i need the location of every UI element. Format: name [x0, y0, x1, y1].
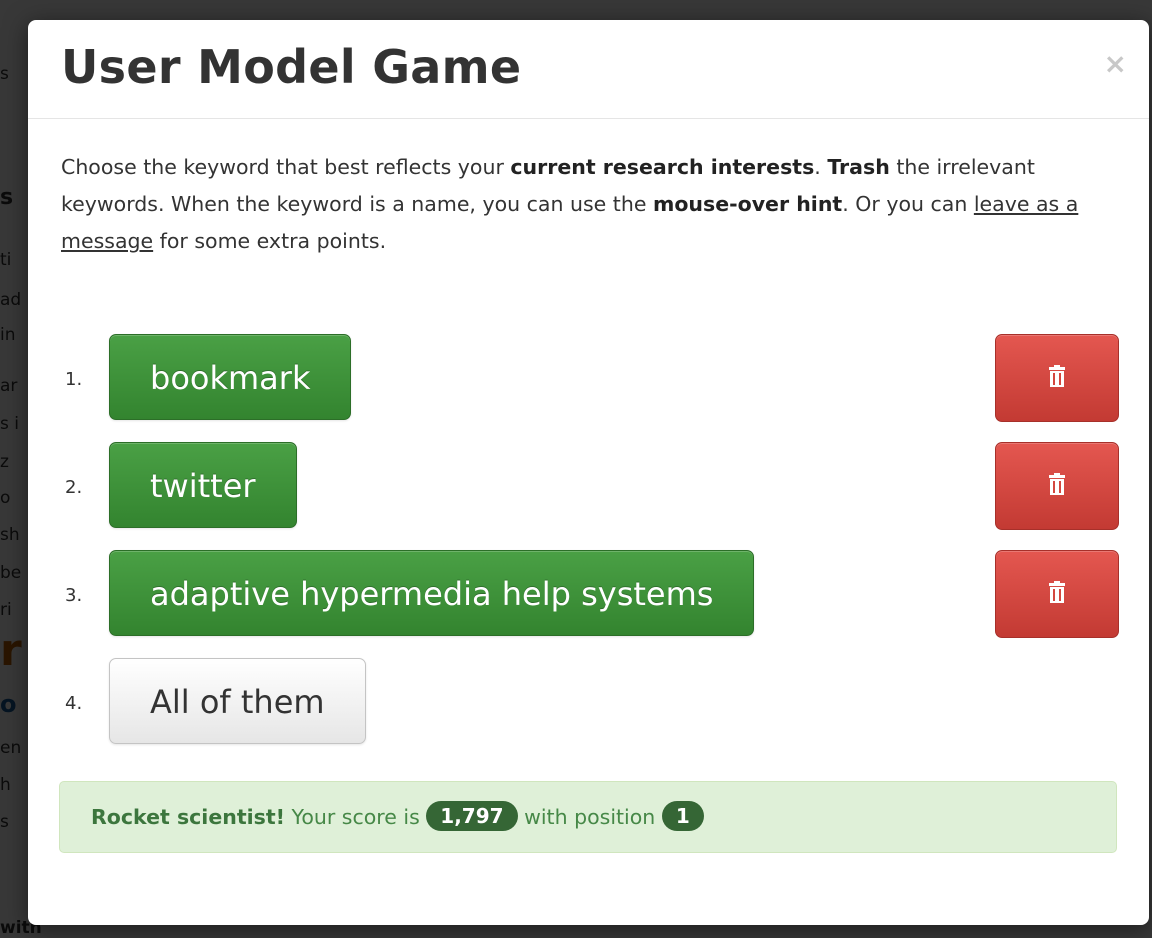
instructions-part: for some extra points. — [153, 229, 387, 253]
keyword-row: 4. All of them — [28, 658, 1149, 748]
keyword-number: 2. — [65, 477, 83, 498]
all-of-them-button[interactable]: All of them — [109, 658, 366, 744]
instructions-part: Choose the keyword that best reflects yo… — [61, 155, 511, 179]
user-model-game-modal: User Model Game × Choose the keyword tha… — [28, 20, 1149, 925]
instructions-emphasis: mouse-over hint — [652, 192, 843, 216]
keyword-button-bookmark[interactable]: bookmark — [109, 334, 352, 420]
trash-button[interactable] — [995, 550, 1119, 638]
keyword-number: 1. — [65, 369, 83, 390]
close-button[interactable]: × — [1104, 50, 1127, 78]
instructions-emphasis: current research interests — [510, 155, 815, 179]
keyword-button-twitter[interactable]: twitter — [109, 442, 297, 528]
trash-icon — [1047, 365, 1067, 391]
instructions-part: . Or you can — [842, 192, 974, 216]
keyword-number: 3. — [65, 585, 83, 606]
modal-title: User Model Game — [61, 40, 522, 94]
keyword-button-adaptive-hypermedia[interactable]: adaptive hypermedia help systems — [109, 550, 755, 636]
score-badge: 1,797 — [426, 801, 518, 831]
keyword-number: 4. — [65, 693, 83, 714]
keyword-row: 3. adaptive hypermedia help systems — [28, 550, 1149, 640]
modal-header: User Model Game × — [28, 20, 1149, 119]
instructions-emphasis: Trash — [827, 155, 890, 179]
instructions-part: . — [814, 155, 828, 179]
score-alert: Rocket scientist! Your score is 1,797 wi… — [59, 781, 1117, 853]
alert-text: Your score is — [285, 805, 427, 829]
alert-text: with position — [517, 805, 662, 829]
trash-button[interactable] — [995, 442, 1119, 530]
trash-button[interactable] — [995, 334, 1119, 422]
alert-title: Rocket scientist! — [91, 805, 285, 829]
keyword-row: 1. bookmark — [28, 334, 1149, 424]
trash-icon — [1047, 581, 1067, 607]
instructions-text: Choose the keyword that best reflects yo… — [61, 149, 1131, 260]
trash-icon — [1047, 473, 1067, 499]
position-badge: 1 — [661, 801, 704, 831]
keyword-row: 2. twitter — [28, 442, 1149, 532]
